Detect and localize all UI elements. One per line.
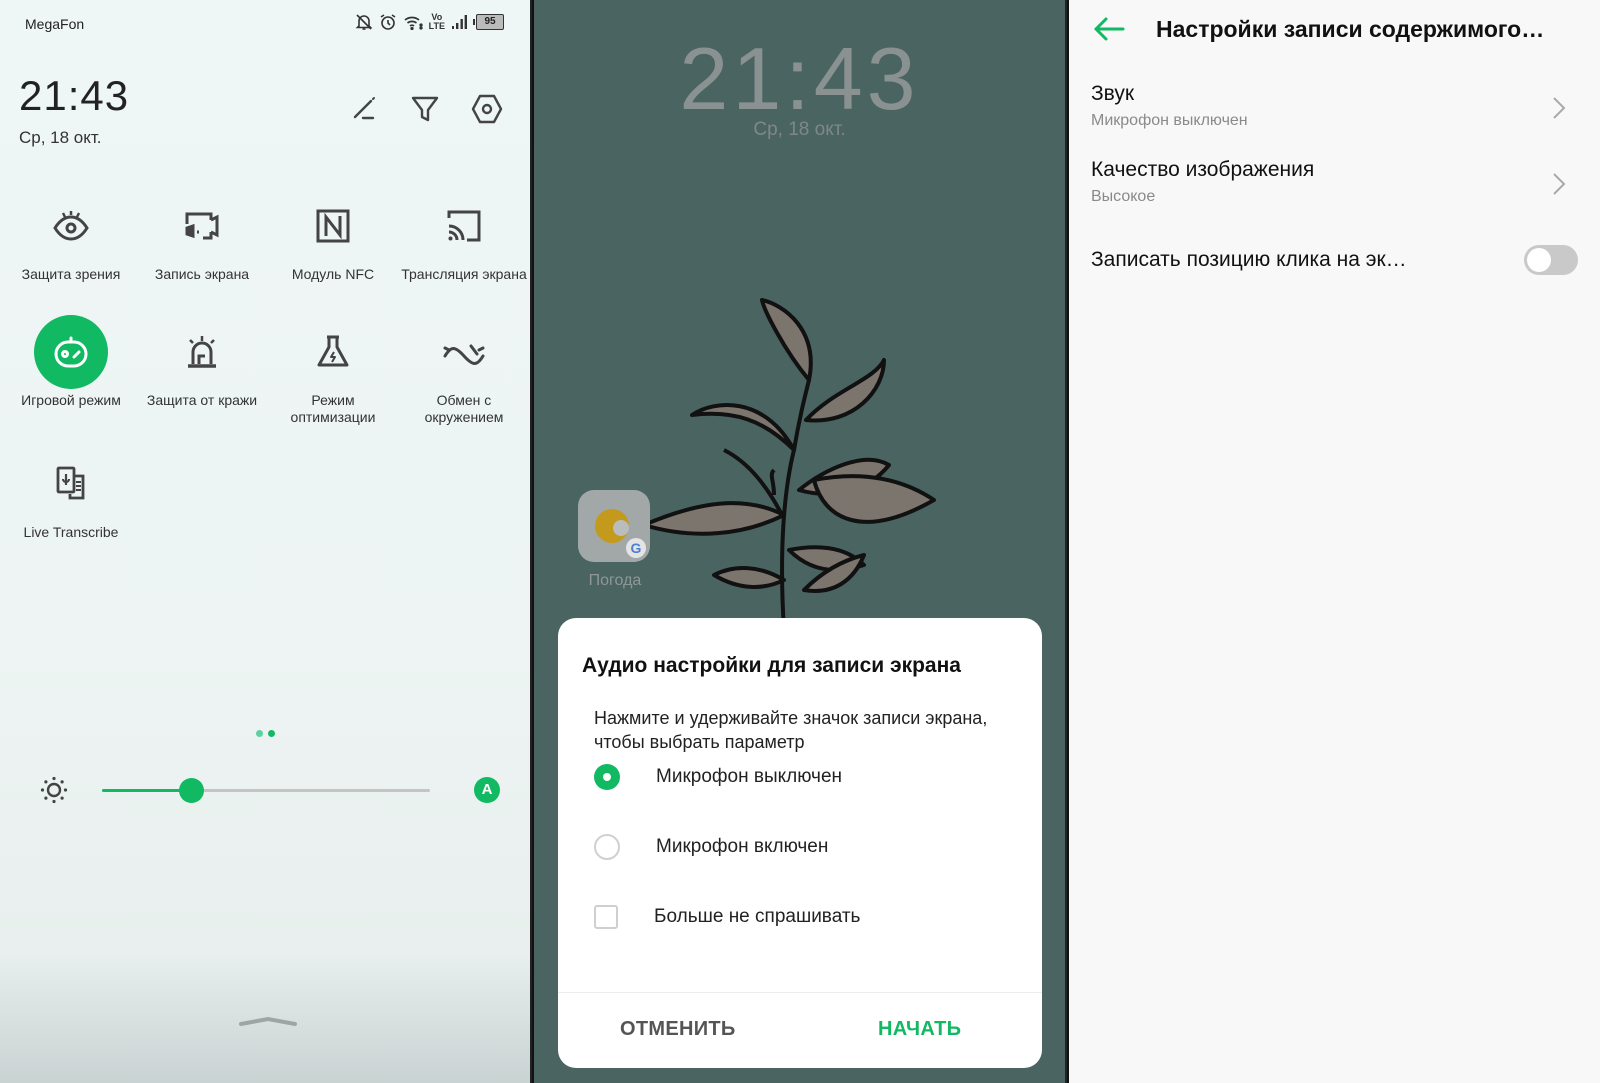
- tile-screen-cast[interactable]: Трансляция экрана: [399, 194, 529, 283]
- tile-nfc[interactable]: Модуль NFC: [268, 194, 398, 283]
- tile-live-transcribe[interactable]: Live Transcribe: [6, 452, 136, 541]
- volte-icon: Vo LTE: [428, 12, 445, 31]
- tile-optimization[interactable]: Режим оптимизации: [268, 320, 398, 426]
- eye-icon: [39, 194, 103, 258]
- clock-time: 21:43: [19, 72, 130, 119]
- live-transcribe-icon: [39, 452, 103, 516]
- option-mic-off[interactable]: Микрофон выключен: [594, 764, 842, 790]
- battery-icon: 95: [473, 14, 504, 30]
- page-title: Настройки записи содержимого…: [1156, 16, 1545, 42]
- game-mode-icon: [34, 315, 108, 389]
- wifi-icon: [403, 14, 423, 30]
- filter-icon[interactable]: [408, 92, 442, 126]
- lock-screen-panel: 21:43 Ср, 18 окт. G Погода Аудио настрой…: [534, 0, 1067, 1083]
- dont-ask-checkbox[interactable]: [594, 905, 618, 929]
- alarm-siren-icon: [170, 320, 234, 384]
- page-dot-active[interactable]: [268, 730, 275, 737]
- dialog-divider: [558, 992, 1042, 993]
- cancel-button[interactable]: ОТМЕНИТЬ: [620, 1018, 736, 1041]
- page-dot[interactable]: [256, 730, 263, 737]
- tile-screen-record[interactable]: Запись экрана: [137, 194, 267, 283]
- tile-nearby-share[interactable]: Обмен с окружением: [399, 320, 529, 426]
- brightness-thumb[interactable]: [178, 778, 204, 803]
- page-indicator: [256, 730, 275, 737]
- nearby-share-icon: [432, 320, 496, 384]
- tile-anti-theft[interactable]: Защита от кражи: [137, 320, 267, 409]
- signal-icon: [451, 14, 467, 30]
- edit-icon[interactable]: [347, 92, 381, 126]
- bell-off-icon: [355, 13, 373, 31]
- weather-app-shortcut[interactable]: G Погода: [578, 490, 652, 590]
- weather-app-icon: G: [578, 490, 650, 562]
- alarm-icon: [379, 13, 397, 31]
- settings-icon[interactable]: [470, 92, 504, 126]
- status-bar-icons: Vo LTE 95: [355, 13, 504, 31]
- option-mic-on[interactable]: Микрофон включен: [594, 834, 828, 860]
- chevron-right-icon: [1552, 172, 1566, 201]
- lock-clock-date: Ср, 18 окт.: [753, 119, 846, 140]
- back-arrow-icon[interactable]: [1091, 14, 1127, 49]
- collapse-handle-icon[interactable]: [238, 1014, 298, 1033]
- radio-unselected[interactable]: [594, 834, 620, 860]
- cast-icon: [432, 194, 496, 258]
- flask-icon: [301, 320, 365, 384]
- tile-game-mode[interactable]: Игровой режим: [6, 315, 136, 409]
- recording-settings-panel: Настройки записи содержимого… Звук Микро…: [1069, 0, 1600, 1083]
- clock-date: Ср, 18 окт.: [19, 128, 102, 147]
- brightness-icon: [40, 776, 68, 809]
- brightness-control: A: [40, 770, 500, 810]
- nfc-icon: [301, 194, 365, 258]
- settings-row-record-taps[interactable]: Записать позицию клика на эк…: [1091, 245, 1578, 275]
- radio-selected[interactable]: [594, 764, 620, 790]
- auto-brightness-button[interactable]: A: [474, 777, 500, 803]
- quick-settings-panel: MegaFon Vo LTE 95 21:43 Ср, 18 окт. Защи…: [0, 0, 532, 1083]
- dont-ask-again[interactable]: Больше не спрашивать: [594, 905, 860, 929]
- carrier-name: MegaFon: [25, 16, 85, 32]
- chevron-right-icon: [1552, 96, 1566, 125]
- settings-row-image-quality[interactable]: Качество изображения Высокое: [1091, 158, 1578, 206]
- lock-clock-time: 21:43: [679, 29, 920, 128]
- brightness-fill: [102, 789, 191, 792]
- settings-row-sound[interactable]: Звук Микрофон выключен: [1091, 82, 1578, 130]
- start-button[interactable]: НАЧАТЬ: [878, 1018, 961, 1041]
- dialog-title: Аудио настройки для записи экрана: [582, 654, 961, 677]
- screen-record-icon: [170, 194, 234, 258]
- dialog-description: Нажмите и удерживайте значок записи экра…: [594, 708, 988, 752]
- tile-eye-protection[interactable]: Защита зрения: [6, 194, 136, 283]
- brightness-slider[interactable]: [102, 778, 430, 803]
- wallpaper-plant-illustration: [642, 298, 936, 630]
- record-taps-toggle[interactable]: [1524, 245, 1578, 275]
- audio-settings-dialog: Аудио настройки для записи экрана Нажмит…: [558, 618, 1042, 1068]
- svg-text:G: G: [631, 540, 642, 556]
